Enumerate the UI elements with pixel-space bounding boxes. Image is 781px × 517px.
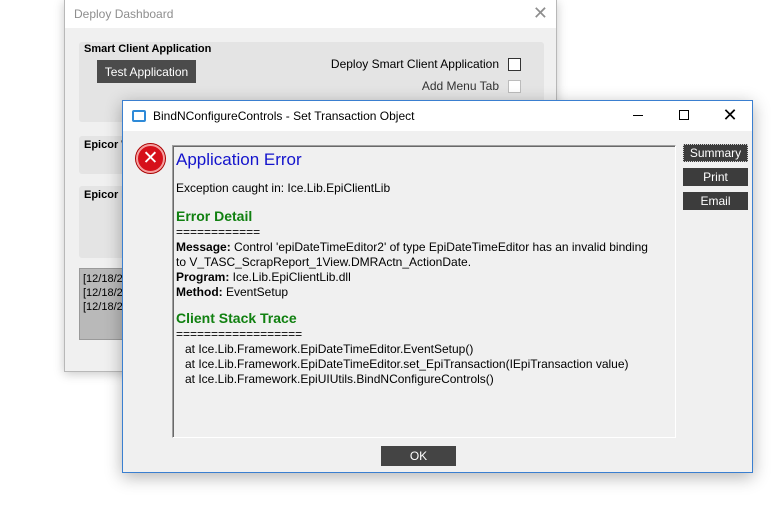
message-text: Control 'epiDateTimeEditor2' of type Epi… <box>230 240 648 254</box>
test-application-button[interactable]: Test Application <box>97 60 196 83</box>
exception-line: Exception caught in: Ice.Lib.EpiClientLi… <box>176 181 391 195</box>
ok-button[interactable]: OK <box>381 446 456 466</box>
method-line: Method: EventSetup <box>176 285 672 300</box>
deploy-smart-client-label: Deploy Smart Client Application <box>330 57 499 71</box>
stack-line: at Ice.Lib.Framework.EpiUIUtils.BindNCon… <box>185 372 494 386</box>
separator: ================== <box>176 327 303 341</box>
maximize-button[interactable] <box>673 105 695 125</box>
deploy-dashboard-title: Deploy Dashboard <box>74 7 174 21</box>
method-label: Method: <box>176 285 223 299</box>
add-menu-tab-checkbox[interactable] <box>508 80 521 93</box>
minimize-button[interactable] <box>627 105 649 125</box>
error-icon: ✕ <box>136 144 165 173</box>
method-text: EventSetup <box>222 285 289 299</box>
error-dialog-title: BindNConfigureControls - Set Transaction… <box>153 109 415 123</box>
client-stack-trace-heading: Client Stack Trace <box>176 310 297 326</box>
print-button[interactable]: Print <box>683 168 748 186</box>
close-icon[interactable]: ✕ <box>533 3 548 23</box>
message-label: Message: <box>176 240 231 254</box>
error-details-panel[interactable]: Application Error Exception caught in: I… <box>172 145 676 438</box>
application-error-heading: Application Error <box>176 150 302 169</box>
add-menu-tab-label: Add Menu Tab <box>421 79 499 93</box>
smart-client-group-title: Smart Client Application <box>84 43 212 55</box>
deploy-dashboard-titlebar[interactable]: Deploy Dashboard ✕ <box>65 0 556 28</box>
program-label: Program: <box>176 270 230 284</box>
email-button[interactable]: Email <box>683 192 748 210</box>
error-detail-heading: Error Detail <box>176 208 253 224</box>
stack-line: at Ice.Lib.Framework.EpiDateTimeEditor.E… <box>185 342 474 356</box>
message-line: Message: Control 'epiDateTimeEditor2' of… <box>176 240 672 255</box>
separator: ============ <box>176 225 261 239</box>
maximize-icon <box>679 110 689 120</box>
program-line: Program: Ice.Lib.EpiClientLib.dll <box>176 270 672 285</box>
stack-line: at Ice.Lib.Framework.EpiDateTimeEditor.s… <box>185 357 629 371</box>
error-dialog: BindNConfigureControls - Set Transaction… <box>122 100 753 473</box>
deploy-smart-client-checkbox[interactable] <box>508 58 521 71</box>
close-icon: ✕ <box>722 104 738 125</box>
app-window-icon <box>132 110 146 122</box>
close-button[interactable]: ✕ <box>719 105 741 125</box>
program-text: Ice.Lib.EpiClientLib.dll <box>229 270 351 284</box>
error-dialog-titlebar[interactable]: BindNConfigureControls - Set Transaction… <box>123 101 752 131</box>
minimize-icon <box>633 114 643 116</box>
message-line-2: to V_TASC_ScrapReport_1View.DMRActn_Acti… <box>176 255 472 269</box>
summary-button[interactable]: Summary <box>683 144 748 162</box>
